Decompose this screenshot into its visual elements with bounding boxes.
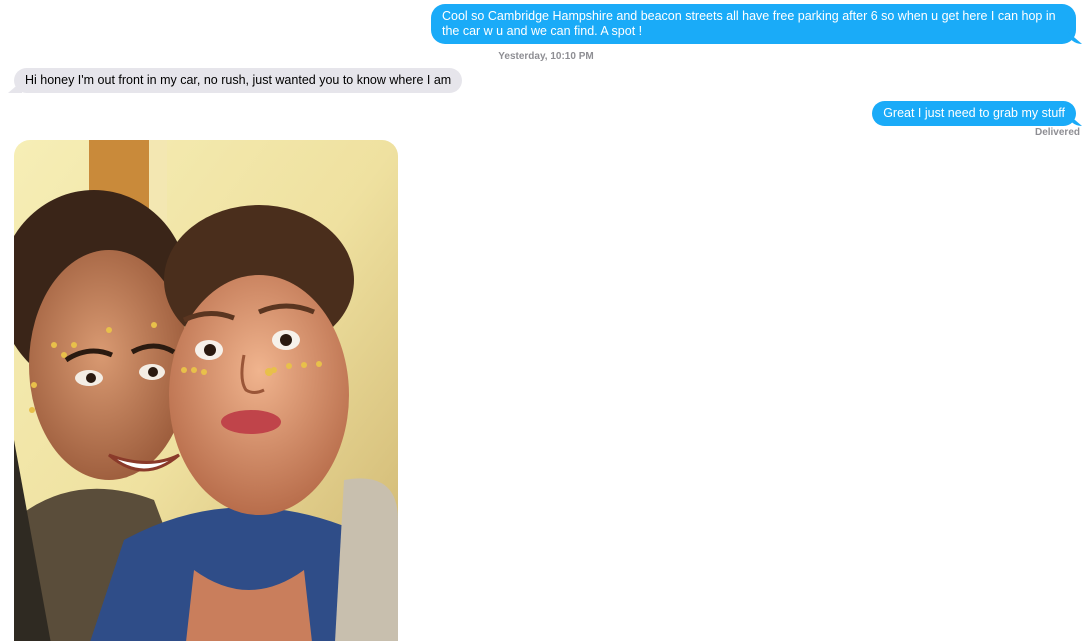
selfie-photo — [14, 140, 398, 641]
message-thread: Cool so Cambridge Hampshire and beacon s… — [0, 0, 1088, 641]
outgoing-message-bubble[interactable]: Cool so Cambridge Hampshire and beacon s… — [431, 4, 1076, 44]
message-text: Cool so Cambridge Hampshire and beacon s… — [442, 9, 1056, 38]
photo-attachment[interactable] — [14, 140, 398, 641]
outgoing-message-bubble[interactable]: Great I just need to grab my stuff — [872, 101, 1076, 126]
delivery-status: Delivered — [1034, 127, 1080, 138]
message-timestamp: Yesterday, 10:10 PM — [498, 51, 594, 62]
incoming-message-bubble[interactable]: Hi honey I'm out front in my car, no rus… — [14, 68, 463, 93]
message-text: Great I just need to grab my stuff — [883, 106, 1065, 120]
message-text: Hi honey I'm out front in my car, no rus… — [25, 73, 452, 87]
